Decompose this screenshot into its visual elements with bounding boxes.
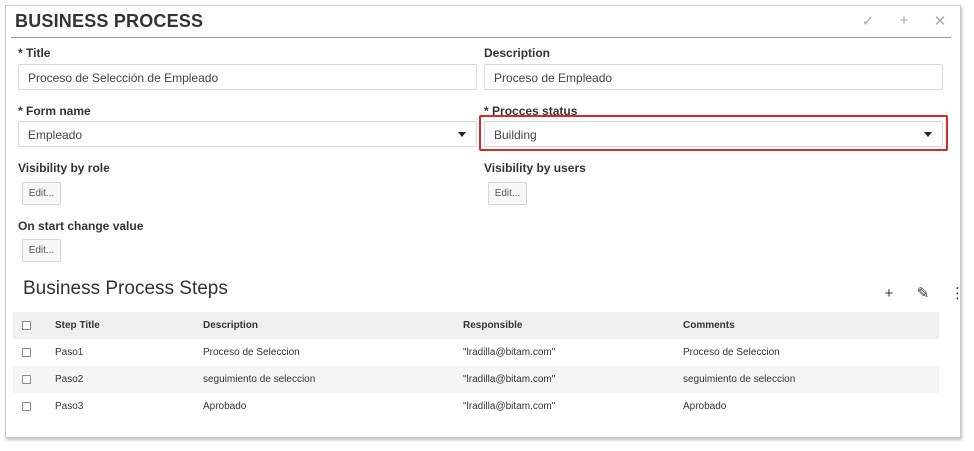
- visibility-role-label: Visibility by role: [18, 161, 110, 175]
- table-row[interactable]: Paso1 Proceso de Seleccion "lradilla@bit…: [13, 339, 939, 366]
- caret-down-icon: [458, 132, 466, 137]
- form-name-value: Empleado: [28, 128, 83, 142]
- responsible-cell: "lradilla@bitam.com": [463, 401, 556, 412]
- highlight-box: [479, 115, 948, 151]
- on-start-label: On start change value: [18, 219, 144, 233]
- more-vertical-icon[interactable]: ⋮: [950, 284, 965, 302]
- comments-cell: seguimiento de seleccion: [683, 374, 796, 385]
- add-step-plus-icon[interactable]: +: [882, 285, 896, 302]
- check-icon[interactable]: ✓: [861, 12, 875, 30]
- steps-table: Step Title Description Responsible Comme…: [13, 312, 939, 420]
- comments-cell: Proceso de Seleccion: [683, 347, 780, 358]
- row-checkbox[interactable]: [22, 375, 31, 384]
- description-cell: seguimiento de seleccion: [203, 374, 316, 385]
- page-title: BUSINESS PROCESS: [15, 11, 204, 31]
- description-cell: Proceso de Seleccion: [203, 347, 300, 358]
- title-label: * Title: [18, 46, 50, 60]
- on-start-edit-button[interactable]: Edit...: [22, 239, 61, 262]
- select-all-checkbox[interactable]: [22, 321, 31, 330]
- form-name-label: * Form name: [18, 104, 91, 118]
- description-field[interactable]: Proceso de Empleado: [484, 64, 943, 90]
- step-title-cell: Paso3: [55, 401, 84, 412]
- responsible-cell: "lradilla@bitam.com": [463, 347, 556, 358]
- description-cell: Aprobado: [203, 401, 247, 412]
- description-label: Description: [484, 46, 551, 60]
- title-field[interactable]: Proceso de Selección de Empleado: [18, 64, 477, 90]
- plus-icon[interactable]: +: [897, 12, 911, 30]
- responsible-cell: "lradilla@bitam.com": [463, 374, 556, 385]
- required-mark: *: [18, 104, 23, 118]
- required-mark: *: [18, 46, 23, 60]
- title-label-text: Title: [26, 46, 51, 60]
- close-icon[interactable]: ✕: [933, 12, 947, 30]
- header-actions: ✓ + ✕: [861, 12, 947, 30]
- steps-title: Business Process Steps: [23, 278, 228, 299]
- column-header-comments[interactable]: Comments: [683, 312, 735, 339]
- row-checkbox[interactable]: [22, 348, 31, 357]
- step-title-cell: Paso2: [55, 374, 84, 385]
- table-row[interactable]: Paso2 seguimiento de seleccion "lradilla…: [13, 366, 939, 393]
- column-header-responsible[interactable]: Responsible: [463, 312, 522, 339]
- comments-cell: Aprobado: [683, 401, 727, 412]
- edit-list-icon[interactable]: ✎: [916, 284, 930, 302]
- visibility-role-edit-button[interactable]: Edit...: [22, 182, 61, 205]
- step-title-cell: Paso1: [55, 347, 84, 358]
- visibility-users-edit-button[interactable]: Edit...: [488, 182, 527, 205]
- form-name-select[interactable]: Empleado: [18, 121, 477, 147]
- steps-actions: + ✎ ⋮: [882, 284, 965, 303]
- form-name-label-text: Form name: [26, 104, 91, 118]
- table-row[interactable]: Paso3 Aprobado "lradilla@bitam.com" Apro…: [13, 393, 939, 420]
- row-checkbox[interactable]: [22, 402, 31, 411]
- table-header-row: Step Title Description Responsible Comme…: [13, 312, 939, 339]
- column-header-step-title[interactable]: Step Title: [55, 312, 100, 339]
- panel-header: BUSINESS PROCESS ✓ + ✕: [11, 6, 951, 38]
- visibility-users-label: Visibility by users: [484, 161, 586, 175]
- column-header-description[interactable]: Description: [203, 312, 258, 339]
